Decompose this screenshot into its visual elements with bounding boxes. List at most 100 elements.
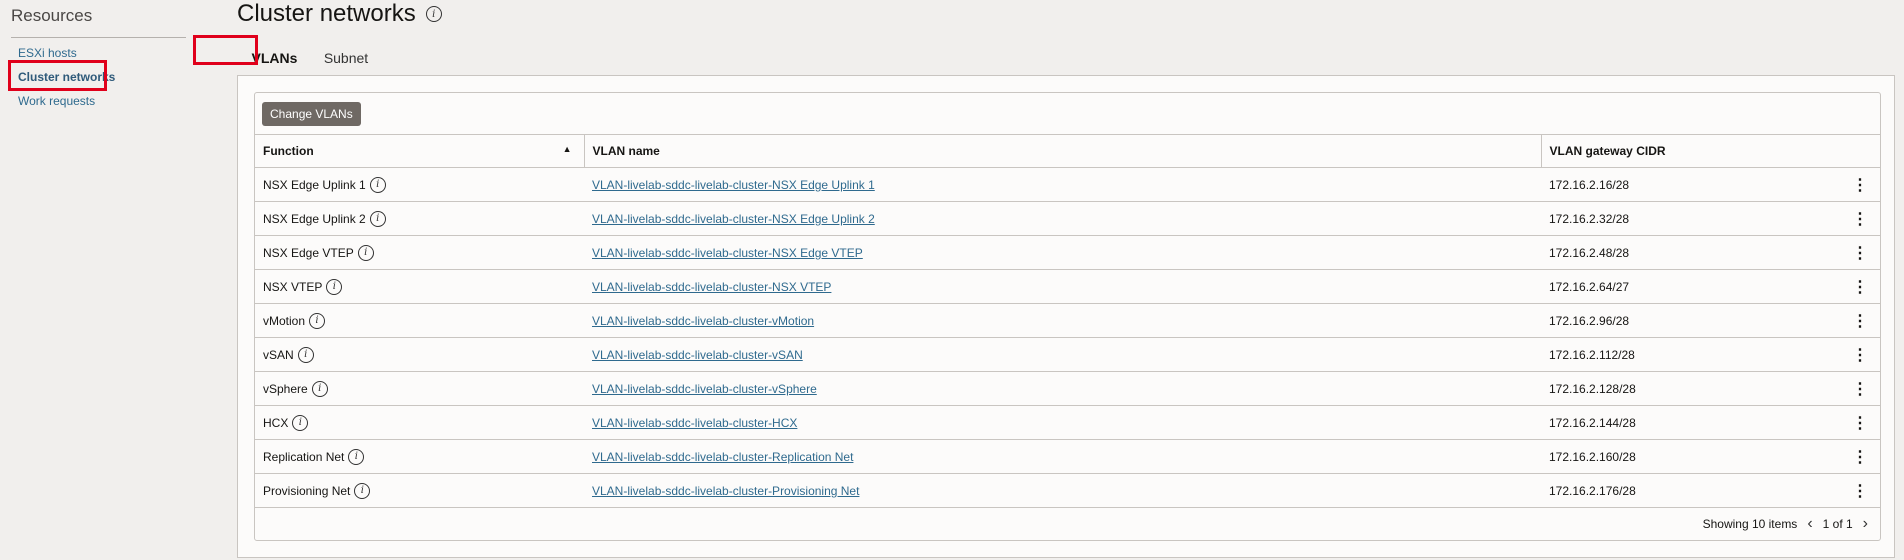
vlan-name-cell: VLAN-livelab-sddc-livelab-cluster-Provis… bbox=[584, 473, 1541, 508]
vlan-name-cell: VLAN-livelab-sddc-livelab-cluster-NSX Ed… bbox=[584, 235, 1541, 270]
info-icon[interactable]: i bbox=[311, 380, 328, 397]
vlan-name-cell: VLAN-livelab-sddc-livelab-cluster-Replic… bbox=[584, 439, 1541, 474]
table-row: Provisioning Net i VLAN-livelab-sddc-live… bbox=[255, 473, 1880, 508]
function-label: vMotion bbox=[263, 313, 306, 328]
info-icon[interactable]: i bbox=[425, 6, 442, 22]
vlan-name-link[interactable]: VLAN-livelab-sddc-livelab-cluster-HCX bbox=[592, 416, 797, 430]
info-icon[interactable]: i bbox=[348, 448, 365, 465]
column-header-vlan-name[interactable]: VLAN name bbox=[583, 134, 1541, 168]
sidebar-item-esxi-hosts[interactable]: ESXi hosts bbox=[18, 46, 77, 60]
vlan-name-cell: VLAN-livelab-sddc-livelab-cluster-NSX Ed… bbox=[584, 201, 1541, 236]
function-cell: NSX VTEP i bbox=[255, 269, 584, 304]
column-header-function[interactable]: Function ▲ bbox=[255, 134, 584, 168]
row-actions-menu-icon[interactable]: ⋮ bbox=[1844, 201, 1880, 236]
table-row: NSX Edge Uplink 1i VLAN-livelab-sddc-liv… bbox=[255, 167, 1880, 202]
info-icon[interactable]: i bbox=[326, 278, 343, 295]
page-indicator: 1 of 1 bbox=[1822, 516, 1853, 531]
vlans-panel: Change VLANs Function ▲ VLAN name VLAN ga… bbox=[237, 75, 1895, 558]
row-actions-menu-icon[interactable]: ⋮ bbox=[1844, 439, 1880, 474]
function-label: NSX Edge VTEP bbox=[263, 245, 354, 260]
row-actions-menu-icon[interactable]: ⋮ bbox=[1844, 235, 1880, 270]
sidebar-item-work-requests[interactable]: Work requests bbox=[18, 94, 95, 108]
tab-subnet[interactable]: Subnet bbox=[312, 40, 380, 76]
next-page-icon[interactable]: › bbox=[1863, 515, 1868, 533]
highlight-box bbox=[193, 35, 258, 65]
function-cell: NSX Edge VTEP i bbox=[255, 235, 584, 270]
function-cell: Replication Net i bbox=[255, 439, 584, 474]
vlan-name-link[interactable]: VLAN-livelab-sddc-livelab-cluster-Replic… bbox=[592, 450, 853, 464]
function-label: NSX Edge Uplink 1 bbox=[263, 177, 366, 192]
table-row: NSX Edge VTEP i VLAN-livelab-sddc-livelab… bbox=[255, 235, 1880, 270]
page-title: Cluster networks i bbox=[237, 0, 442, 28]
row-actions-menu-icon[interactable]: ⋮ bbox=[1844, 269, 1880, 304]
table-row: vSAN i VLAN-livelab-sddc-livelab-cluster-… bbox=[255, 337, 1880, 372]
function-cell: HCX i bbox=[255, 405, 584, 440]
function-cell: vSAN i bbox=[255, 337, 584, 372]
resources-heading: Resources bbox=[11, 6, 93, 25]
vlan-name-link[interactable]: VLAN-livelab-sddc-livelab-cluster-NSX Ed… bbox=[592, 178, 875, 192]
vlan-name-cell: VLAN-livelab-sddc-livelab-cluster-NSX Ed… bbox=[584, 167, 1541, 202]
page-title-text: Cluster networks bbox=[237, 0, 416, 27]
vlan-name-link[interactable]: VLAN-livelab-sddc-livelab-cluster-Provis… bbox=[592, 484, 859, 498]
vlan-name-link[interactable]: VLAN-livelab-sddc-livelab-cluster-NSX VT… bbox=[592, 280, 831, 294]
vlans-table: Function ▲ VLAN name VLAN gateway CIDR NS… bbox=[255, 134, 1880, 508]
vlan-name-link[interactable]: VLAN-livelab-sddc-livelab-cluster-NSX Ed… bbox=[592, 246, 863, 260]
info-icon[interactable]: i bbox=[309, 312, 326, 329]
vlans-table-container: Change VLANs Function ▲ VLAN name VLAN ga… bbox=[254, 92, 1881, 541]
cidr-cell: 172.16.2.112/28 bbox=[1541, 337, 1844, 372]
cidr-cell: 172.16.2.144/28 bbox=[1541, 405, 1844, 440]
showing-count: Showing 10 items bbox=[1702, 516, 1798, 531]
vlan-name-cell: VLAN-livelab-sddc-livelab-cluster-HCX bbox=[584, 405, 1541, 440]
cidr-cell: 172.16.2.128/28 bbox=[1541, 371, 1844, 406]
cidr-cell: 172.16.2.48/28 bbox=[1541, 235, 1844, 270]
cidr-cell: 172.16.2.176/28 bbox=[1541, 473, 1844, 508]
vlan-name-link[interactable]: VLAN-livelab-sddc-livelab-cluster-NSX Ed… bbox=[592, 212, 875, 226]
cidr-cell: 172.16.2.32/28 bbox=[1541, 201, 1844, 236]
row-actions-menu-icon[interactable]: ⋮ bbox=[1844, 371, 1880, 406]
table-row: Replication Net i VLAN-livelab-sddc-livel… bbox=[255, 439, 1880, 474]
table-row: vSphere i VLAN-livelab-sddc-livelab-clust… bbox=[255, 371, 1880, 406]
function-cell: vSphere i bbox=[255, 371, 584, 406]
vlan-name-cell: VLAN-livelab-sddc-livelab-cluster-vSpher… bbox=[584, 371, 1541, 406]
column-header-cidr[interactable]: VLAN gateway CIDR bbox=[1540, 134, 1844, 168]
function-label: NSX VTEP bbox=[263, 279, 323, 294]
cidr-cell: 172.16.2.96/28 bbox=[1541, 303, 1844, 338]
column-header-label: Function bbox=[263, 144, 314, 158]
table-row: vMotion i VLAN-livelab-sddc-livelab-clust… bbox=[255, 303, 1880, 338]
row-actions-menu-icon[interactable]: ⋮ bbox=[1844, 167, 1880, 202]
change-vlans-button[interactable]: Change VLANs bbox=[262, 102, 361, 126]
function-label: Provisioning Net bbox=[263, 483, 351, 498]
info-icon[interactable]: i bbox=[369, 176, 386, 193]
function-label: HCX bbox=[263, 415, 289, 430]
vlan-name-cell: VLAN-livelab-sddc-livelab-cluster-NSX VT… bbox=[584, 269, 1541, 304]
row-actions-menu-icon[interactable]: ⋮ bbox=[1844, 303, 1880, 338]
function-cell: vMotion i bbox=[255, 303, 584, 338]
column-header-actions bbox=[1844, 134, 1880, 168]
vlan-name-link[interactable]: VLAN-livelab-sddc-livelab-cluster-vSAN bbox=[592, 348, 803, 362]
highlight-box bbox=[8, 60, 107, 91]
table-row: HCX i VLAN-livelab-sddc-livelab-cluster-H… bbox=[255, 405, 1880, 440]
function-cell: NSX Edge Uplink 2i bbox=[255, 201, 584, 236]
table-row: NSX Edge Uplink 2i VLAN-livelab-sddc-liv… bbox=[255, 201, 1880, 236]
function-cell: Provisioning Net i bbox=[255, 473, 584, 508]
function-cell: NSX Edge Uplink 1i bbox=[255, 167, 584, 202]
cidr-cell: 172.16.2.160/28 bbox=[1541, 439, 1844, 474]
row-actions-menu-icon[interactable]: ⋮ bbox=[1844, 337, 1880, 372]
row-actions-menu-icon[interactable]: ⋮ bbox=[1844, 473, 1880, 508]
vlan-name-link[interactable]: VLAN-livelab-sddc-livelab-cluster-vMotio… bbox=[592, 314, 814, 328]
info-icon[interactable]: i bbox=[297, 346, 314, 363]
divider bbox=[11, 37, 186, 38]
function-label: NSX Edge Uplink 2 bbox=[263, 211, 366, 226]
info-icon[interactable]: i bbox=[292, 414, 309, 431]
row-actions-menu-icon[interactable]: ⋮ bbox=[1844, 405, 1880, 440]
cidr-cell: 172.16.2.16/28 bbox=[1541, 167, 1844, 202]
info-icon[interactable]: i bbox=[357, 244, 374, 261]
vlan-name-link[interactable]: VLAN-livelab-sddc-livelab-cluster-vSpher… bbox=[592, 382, 817, 396]
info-icon[interactable]: i bbox=[369, 210, 386, 227]
previous-page-icon[interactable]: ‹ bbox=[1807, 515, 1812, 533]
info-icon[interactable]: i bbox=[354, 482, 371, 499]
function-label: vSAN bbox=[263, 347, 294, 362]
cidr-cell: 172.16.2.64/27 bbox=[1541, 269, 1844, 304]
sort-ascending-icon[interactable]: ▲ bbox=[563, 144, 572, 154]
table-row: NSX VTEP i VLAN-livelab-sddc-livelab-clus… bbox=[255, 269, 1880, 304]
